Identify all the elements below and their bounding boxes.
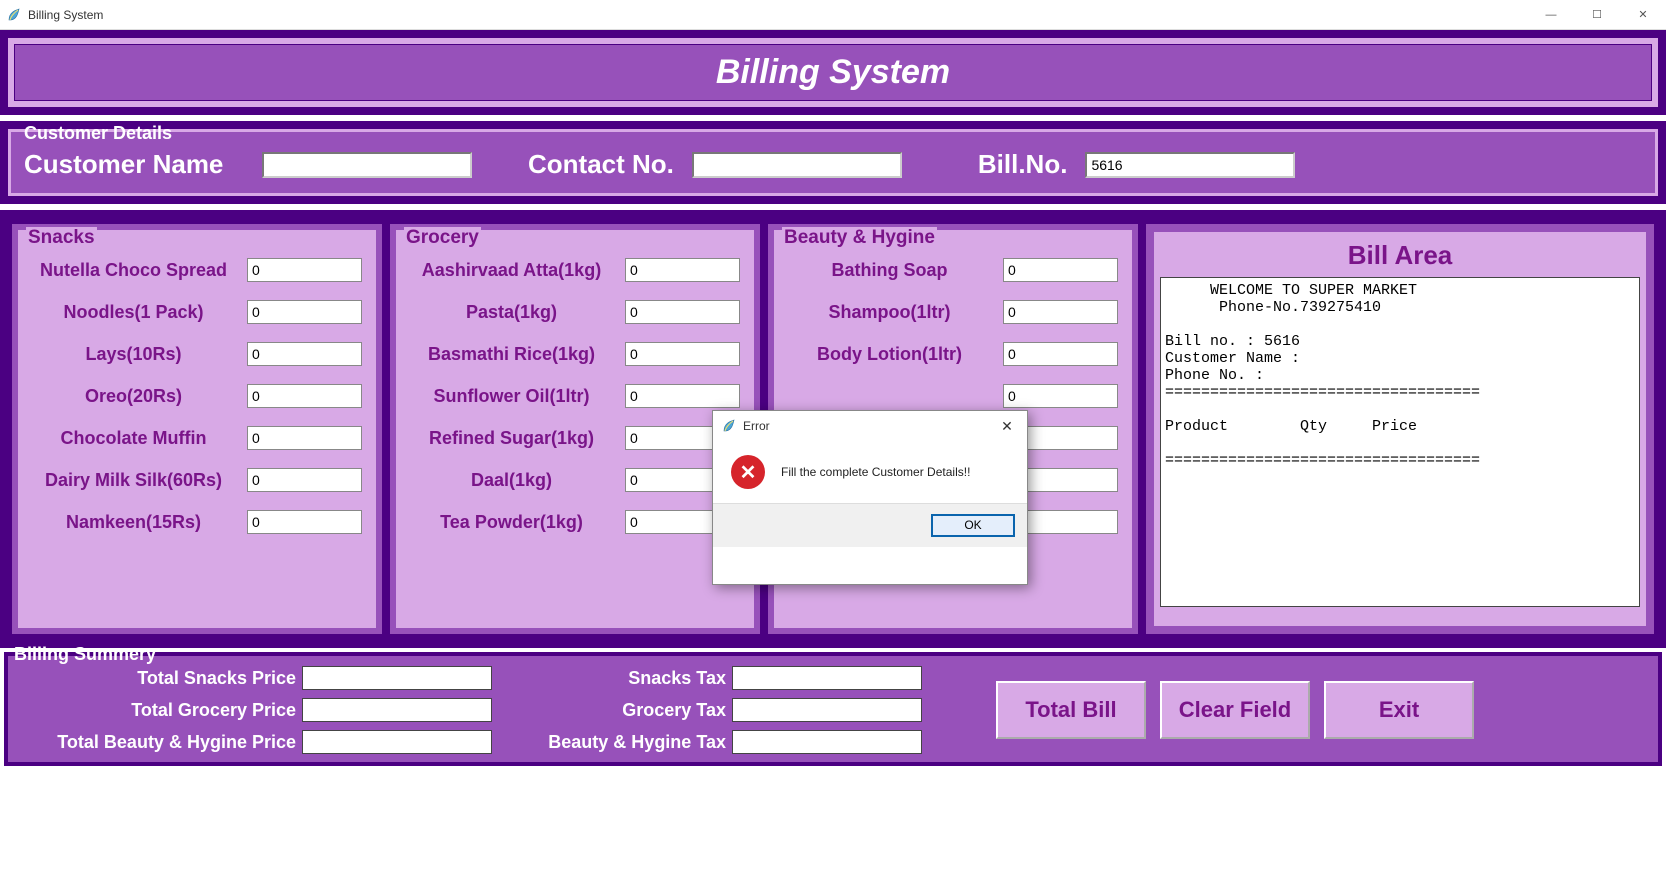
- total-bill-button[interactable]: Total Bill: [996, 681, 1146, 739]
- grocery-item-0-label: Aashirvaad Atta(1kg): [404, 260, 619, 281]
- total-grocery-price-label: Total Grocery Price: [16, 700, 296, 721]
- dialog-ok-button[interactable]: OK: [931, 514, 1015, 537]
- grocery-item-5-label: Daal(1kg): [404, 470, 619, 491]
- window-titlebar: Billing System — ☐ ✕: [0, 0, 1666, 30]
- beauty-item-1-input[interactable]: [1003, 300, 1118, 324]
- beauty-item-2-label: Body Lotion(1ltr): [782, 344, 997, 365]
- beauty-item-2-input[interactable]: [1003, 342, 1118, 366]
- beauty-item-0-label: Bathing Soap: [782, 260, 997, 281]
- grocery-item-0-input[interactable]: [625, 258, 740, 282]
- grocery-item-2-label: Basmathi Rice(1kg): [404, 344, 619, 365]
- snacks-item-6-input[interactable]: [247, 510, 362, 534]
- grocery-item-3-input[interactable]: [625, 384, 740, 408]
- grocery-item-2-input[interactable]: [625, 342, 740, 366]
- snacks-item-0-input[interactable]: [247, 258, 362, 282]
- error-icon: ✕: [731, 455, 765, 489]
- summary-legend: Billing Summery: [14, 644, 156, 665]
- dialog-title: Error: [743, 419, 770, 433]
- snacks-item-1-input[interactable]: [247, 300, 362, 324]
- grocery-legend: Grocery: [404, 227, 481, 249]
- grocery-item-1-label: Pasta(1kg): [404, 302, 619, 323]
- grocery-item-4-label: Refined Sugar(1kg): [404, 428, 619, 449]
- window-maximize-button[interactable]: ☐: [1574, 0, 1620, 30]
- snacks-item-5-label: Dairy Milk Silk(60Rs): [26, 470, 241, 491]
- app-icon: [6, 7, 22, 23]
- dialog-app-icon: [721, 418, 737, 434]
- dialog-message: Fill the complete Customer Details!!: [781, 465, 970, 479]
- snacks-item-3-label: Oreo(20Rs): [26, 386, 241, 407]
- beauty-tax-label: Beauty & Hygine Tax: [506, 732, 726, 753]
- total-snacks-price-label: Total Snacks Price: [16, 668, 296, 689]
- contact-no-input[interactable]: [692, 152, 902, 178]
- snacks-item-0-label: Nutella Choco Spread: [26, 260, 241, 281]
- error-dialog: Error ✕ ✕ Fill the complete Customer Det…: [712, 410, 1028, 585]
- bill-no-input[interactable]: [1085, 152, 1295, 178]
- grocery-panel: Grocery Aashirvaad Atta(1kg) Pasta(1kg) …: [390, 224, 760, 634]
- bill-area-panel: Bill Area WELCOME TO SUPER MARKET Phone-…: [1146, 224, 1654, 634]
- bill-area-header: Bill Area: [1160, 238, 1640, 277]
- bill-no-label: Bill.No.: [978, 149, 1068, 180]
- window-title: Billing System: [28, 8, 103, 22]
- beauty-item-0-input[interactable]: [1003, 258, 1118, 282]
- beauty-tax-input[interactable]: [732, 730, 922, 754]
- total-snacks-price-input[interactable]: [302, 666, 492, 690]
- grocery-item-1-input[interactable]: [625, 300, 740, 324]
- snacks-item-3-input[interactable]: [247, 384, 362, 408]
- snacks-panel: Snacks Nutella Choco Spread Noodles(1 Pa…: [12, 224, 382, 634]
- total-grocery-price-input[interactable]: [302, 698, 492, 722]
- window-minimize-button[interactable]: —: [1528, 0, 1574, 30]
- customer-name-label: Customer Name: [24, 149, 244, 180]
- customer-details-legend: Customer Details: [22, 123, 174, 144]
- bill-area-text: WELCOME TO SUPER MARKET Phone-No.7392754…: [1160, 277, 1640, 607]
- beauty-item-1-label: Shampoo(1ltr): [782, 302, 997, 323]
- beauty-item-3-input[interactable]: [1003, 384, 1118, 408]
- beauty-legend: Beauty & Hygine: [782, 227, 937, 249]
- total-beauty-price-label: Total Beauty & Hygine Price: [16, 732, 296, 753]
- snacks-legend: Snacks: [26, 227, 97, 249]
- clear-field-button[interactable]: Clear Field: [1160, 681, 1310, 739]
- snacks-item-2-label: Lays(10Rs): [26, 344, 241, 365]
- snacks-item-6-label: Namkeen(15Rs): [26, 512, 241, 533]
- window-close-button[interactable]: ✕: [1620, 0, 1666, 30]
- grocery-tax-input[interactable]: [732, 698, 922, 722]
- app-header: Billing System: [14, 44, 1652, 101]
- snacks-item-2-input[interactable]: [247, 342, 362, 366]
- snacks-tax-input[interactable]: [732, 666, 922, 690]
- grocery-item-6-label: Tea Powder(1kg): [404, 512, 619, 533]
- exit-button[interactable]: Exit: [1324, 681, 1474, 739]
- snacks-item-4-input[interactable]: [247, 426, 362, 450]
- snacks-tax-label: Snacks Tax: [506, 668, 726, 689]
- contact-no-label: Contact No.: [528, 149, 674, 180]
- total-beauty-price-input[interactable]: [302, 730, 492, 754]
- snacks-item-5-input[interactable]: [247, 468, 362, 492]
- dialog-close-button[interactable]: ✕: [987, 411, 1027, 441]
- grocery-item-3-label: Sunflower Oil(1ltr): [404, 386, 619, 407]
- grocery-tax-label: Grocery Tax: [506, 700, 726, 721]
- snacks-item-4-label: Chocolate Muffin: [26, 428, 241, 449]
- snacks-item-1-label: Noodles(1 Pack): [26, 302, 241, 323]
- customer-name-input[interactable]: [262, 152, 472, 178]
